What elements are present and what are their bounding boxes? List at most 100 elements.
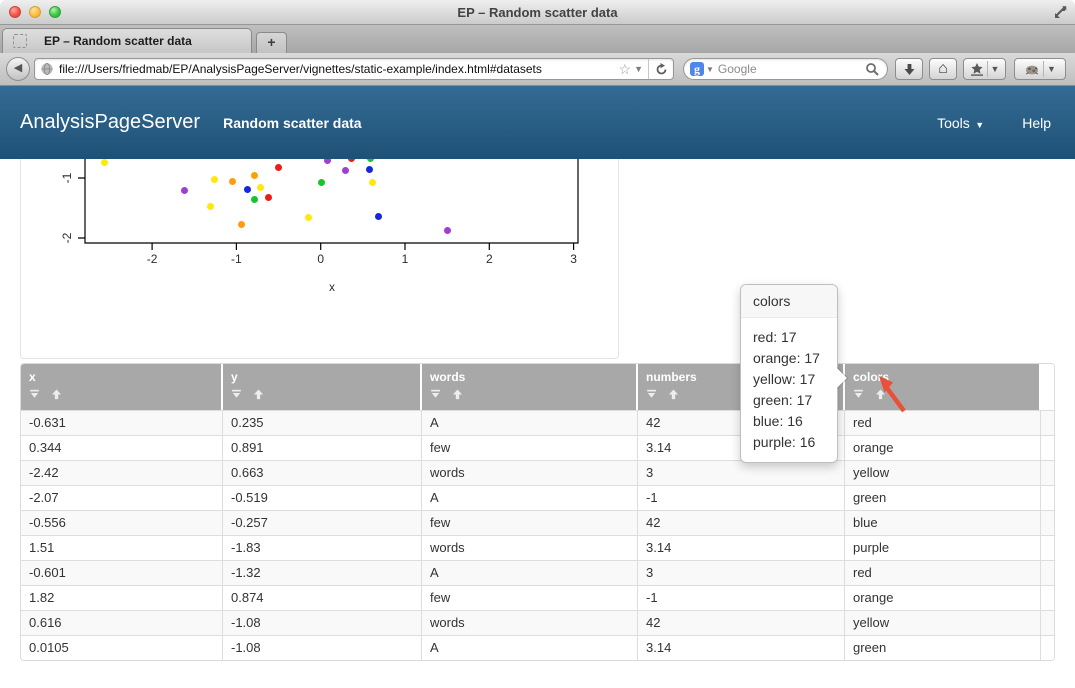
cell-numbers: 3.14 bbox=[638, 636, 845, 660]
scatter-point-purple bbox=[342, 167, 349, 174]
column-summary-popover: colors red: 17orange: 17yellow: 17green:… bbox=[740, 284, 838, 463]
addon-dropdown-icon[interactable]: ▼ bbox=[1047, 64, 1056, 74]
table-row: -2.420.663words3yellow bbox=[21, 460, 1054, 485]
popover-count-line: red: 17 bbox=[753, 327, 825, 348]
scatter-point-green bbox=[251, 196, 258, 203]
row-scroll-gutter bbox=[1041, 436, 1054, 460]
url-dropdown-icon[interactable]: ▼ bbox=[634, 64, 643, 74]
page-content: -2-10123-1-2x colors red: 17orange: 17ye… bbox=[0, 159, 1075, 688]
red-annotation-arrow bbox=[855, 369, 915, 424]
scatter-point-yellow bbox=[211, 176, 218, 183]
globe-icon bbox=[40, 62, 54, 76]
scatter-point-orange bbox=[238, 221, 245, 228]
table-row: -2.07-0.519A-1green bbox=[21, 485, 1054, 510]
column-header-words[interactable]: words bbox=[422, 364, 638, 410]
google-engine-icon[interactable]: g bbox=[690, 62, 704, 76]
sort-icon[interactable] bbox=[452, 389, 463, 400]
cell-x: 0.0105 bbox=[21, 636, 223, 660]
filter-icon[interactable] bbox=[29, 389, 40, 400]
engine-dropdown-icon[interactable]: ▼ bbox=[706, 65, 714, 74]
home-button[interactable]: ⌂ bbox=[929, 58, 957, 80]
cell-colors: blue bbox=[845, 511, 1041, 535]
cell-x: -2.42 bbox=[21, 461, 223, 485]
scatter-point-yellow bbox=[257, 184, 264, 191]
browser-window: EP – Random scatter data EP – Random sca… bbox=[0, 0, 1075, 688]
new-tab-button[interactable]: + bbox=[256, 32, 287, 53]
cell-numbers: -1 bbox=[638, 486, 845, 510]
column-header-label: y bbox=[231, 370, 420, 384]
x-axis-tick-label: -1 bbox=[221, 252, 251, 266]
table-row: 0.0105-1.08A3.14green bbox=[21, 635, 1054, 660]
cell-colors: green bbox=[845, 486, 1041, 510]
scatter-point-yellow bbox=[369, 179, 376, 186]
cell-words: A bbox=[422, 411, 638, 435]
search-icon[interactable] bbox=[865, 62, 879, 76]
cell-colors: yellow bbox=[845, 611, 1041, 635]
window-titlebar: EP – Random scatter data bbox=[0, 0, 1075, 25]
cell-colors: green bbox=[845, 636, 1041, 660]
cell-y: 0.891 bbox=[223, 436, 422, 460]
row-scroll-gutter bbox=[1041, 486, 1054, 510]
cell-y: -1.08 bbox=[223, 636, 422, 660]
tab-active[interactable]: EP – Random scatter data bbox=[2, 28, 252, 53]
column-header-y[interactable]: y bbox=[223, 364, 422, 410]
cell-colors: orange bbox=[845, 586, 1041, 610]
addon-button[interactable]: ▼ bbox=[1014, 58, 1066, 80]
search-placeholder[interactable]: Google bbox=[718, 62, 865, 76]
bookmark-star-icon[interactable]: ☆ bbox=[619, 62, 632, 76]
cell-y: -1.32 bbox=[223, 561, 422, 585]
header-scroll-gutter bbox=[1041, 364, 1054, 410]
cell-y: 0.874 bbox=[223, 586, 422, 610]
url-text[interactable]: file:///Users/friedmab/EP/AnalysisPageSe… bbox=[59, 62, 616, 76]
bookmarks-dropdown-icon[interactable]: ▼ bbox=[991, 64, 1000, 74]
sort-icon[interactable] bbox=[51, 389, 62, 400]
close-window-button[interactable] bbox=[9, 6, 21, 18]
help-menu[interactable]: Help bbox=[1022, 115, 1051, 131]
cell-x: -2.07 bbox=[21, 486, 223, 510]
search-bar[interactable]: g ▼ Google bbox=[683, 58, 888, 80]
x-axis-title: x bbox=[322, 280, 342, 294]
column-header-x[interactable]: x bbox=[21, 364, 223, 410]
filter-icon[interactable] bbox=[430, 389, 441, 400]
sort-icon[interactable] bbox=[253, 389, 264, 400]
x-axis-tick-label: 0 bbox=[306, 252, 336, 266]
bookmarks-button[interactable]: ▼ bbox=[963, 58, 1006, 80]
x-axis-tick-label: 1 bbox=[390, 252, 420, 266]
scatter-point-purple bbox=[181, 187, 188, 194]
app-page-title[interactable]: Random scatter data bbox=[223, 115, 361, 131]
reload-button[interactable] bbox=[648, 59, 673, 79]
favicon-placeholder-icon bbox=[13, 34, 27, 48]
url-bar[interactable]: file:///Users/friedmab/EP/AnalysisPageSe… bbox=[34, 58, 674, 80]
cell-colors: orange bbox=[845, 436, 1041, 460]
cell-colors: yellow bbox=[845, 461, 1041, 485]
app-brand[interactable]: AnalysisPageServer bbox=[20, 111, 200, 134]
tools-menu[interactable]: Tools ▼ bbox=[937, 115, 984, 131]
x-axis-tick-label: 3 bbox=[559, 252, 589, 266]
downloads-button[interactable] bbox=[895, 58, 923, 80]
back-button[interactable]: ◀ bbox=[6, 57, 30, 81]
scatter-point-yellow bbox=[305, 214, 312, 221]
tab-title: EP – Random scatter data bbox=[44, 34, 192, 48]
cell-x: -0.556 bbox=[21, 511, 223, 535]
popover-title: colors bbox=[741, 285, 837, 318]
cell-numbers: 3 bbox=[638, 561, 845, 585]
table-row: -0.601-1.32A3red bbox=[21, 560, 1054, 585]
table-row: 0.616-1.08words42yellow bbox=[21, 610, 1054, 635]
fullscreen-resize-icon[interactable] bbox=[1052, 4, 1068, 20]
minimize-window-button[interactable] bbox=[29, 6, 41, 18]
cell-y: -0.257 bbox=[223, 511, 422, 535]
popover-count-line: yellow: 17 bbox=[753, 369, 825, 390]
cell-x: 1.82 bbox=[21, 586, 223, 610]
cell-colors: purple bbox=[845, 536, 1041, 560]
tools-caret-icon: ▼ bbox=[973, 120, 984, 130]
navigation-toolbar: ◀ file:///Users/friedmab/EP/AnalysisPage… bbox=[0, 53, 1075, 86]
sort-icon[interactable] bbox=[668, 389, 679, 400]
tab-bar: EP – Random scatter data + bbox=[0, 25, 1075, 53]
cell-numbers: 42 bbox=[638, 511, 845, 535]
filter-icon[interactable] bbox=[646, 389, 657, 400]
scatter-point-yellow bbox=[101, 159, 108, 166]
cell-words: A bbox=[422, 486, 638, 510]
filter-icon[interactable] bbox=[231, 389, 242, 400]
zoom-window-button[interactable] bbox=[49, 6, 61, 18]
table-body: -0.6310.235A42red0.3440.891few3.14orange… bbox=[21, 410, 1054, 660]
